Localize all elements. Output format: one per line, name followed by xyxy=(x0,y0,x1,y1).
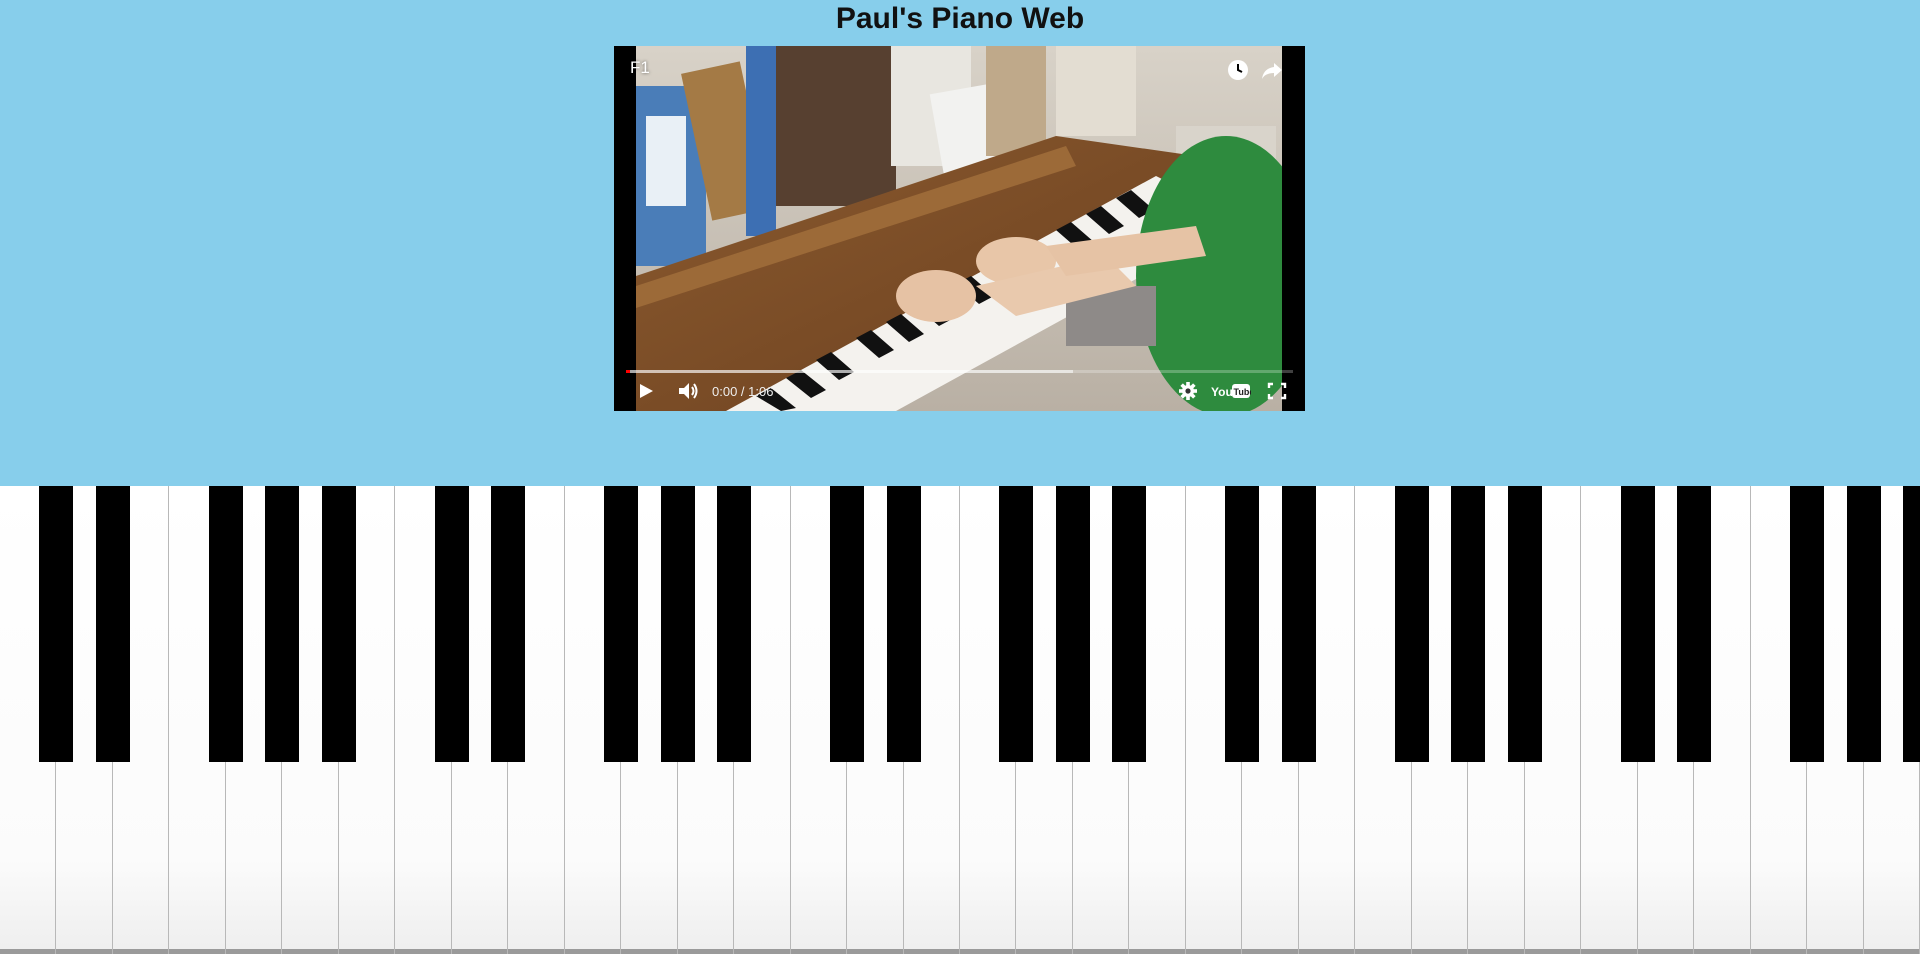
black-key-d-sharp[interactable] xyxy=(1281,486,1316,762)
black-key-f-sharp[interactable] xyxy=(1394,486,1429,762)
black-key-d-sharp[interactable] xyxy=(95,486,130,762)
black-key-a-sharp[interactable] xyxy=(1507,486,1542,762)
black-key-a-sharp[interactable] xyxy=(1903,486,1920,762)
gear-icon xyxy=(1179,382,1197,400)
video-player[interactable]: F1 0:00 / 1:06 You Tub xyxy=(614,46,1305,411)
black-key-g-sharp[interactable] xyxy=(660,486,695,762)
black-key-d-sharp[interactable] xyxy=(886,486,921,762)
black-key-f-sharp[interactable] xyxy=(604,486,639,762)
black-key-c-sharp[interactable] xyxy=(39,486,74,762)
black-key-c-sharp[interactable] xyxy=(1620,486,1655,762)
youtube-logo-icon: You Tube xyxy=(1211,384,1254,399)
clock-icon[interactable] xyxy=(1226,58,1250,82)
black-key-a-sharp[interactable] xyxy=(1112,486,1147,762)
piano-keyboard[interactable] xyxy=(0,486,1920,958)
video-title[interactable]: F1 xyxy=(630,58,650,78)
video-thumbnail[interactable] xyxy=(636,46,1282,411)
volume-button[interactable] xyxy=(676,379,700,403)
black-key-g-sharp[interactable] xyxy=(1846,486,1881,762)
black-key-f-sharp[interactable] xyxy=(999,486,1034,762)
video-progress-bar[interactable] xyxy=(626,370,1293,373)
black-key-c-sharp[interactable] xyxy=(1225,486,1260,762)
piano-player-thumbnail xyxy=(636,46,1282,411)
play-icon xyxy=(640,384,653,398)
black-key-g-sharp[interactable] xyxy=(1451,486,1486,762)
fullscreen-icon xyxy=(1267,382,1287,400)
black-key-d-sharp[interactable] xyxy=(1677,486,1712,762)
black-key-f-sharp[interactable] xyxy=(208,486,243,762)
black-key-f-sharp[interactable] xyxy=(1790,486,1825,762)
black-key-g-sharp[interactable] xyxy=(1055,486,1090,762)
play-button[interactable] xyxy=(636,379,656,403)
black-key-g-sharp[interactable] xyxy=(265,486,300,762)
page-title: Paul's Piano Web xyxy=(835,2,1085,35)
black-key-c-sharp[interactable] xyxy=(830,486,865,762)
svg-text:You: You xyxy=(1211,385,1233,399)
black-key-a-sharp[interactable] xyxy=(717,486,752,762)
volume-icon xyxy=(679,383,698,399)
fullscreen-button[interactable] xyxy=(1266,379,1288,403)
time-display: 0:00 / 1:06 xyxy=(712,384,774,399)
black-key-c-sharp[interactable] xyxy=(434,486,469,762)
svg-text:Tube: Tube xyxy=(1234,387,1252,397)
progress-played xyxy=(626,370,630,373)
youtube-button[interactable]: You Tube xyxy=(1211,379,1254,403)
settings-button[interactable] xyxy=(1177,379,1199,403)
share-icon[interactable] xyxy=(1260,58,1284,82)
black-key-a-sharp[interactable] xyxy=(321,486,356,762)
progress-buffered xyxy=(626,370,1073,373)
black-key-d-sharp[interactable] xyxy=(491,486,526,762)
